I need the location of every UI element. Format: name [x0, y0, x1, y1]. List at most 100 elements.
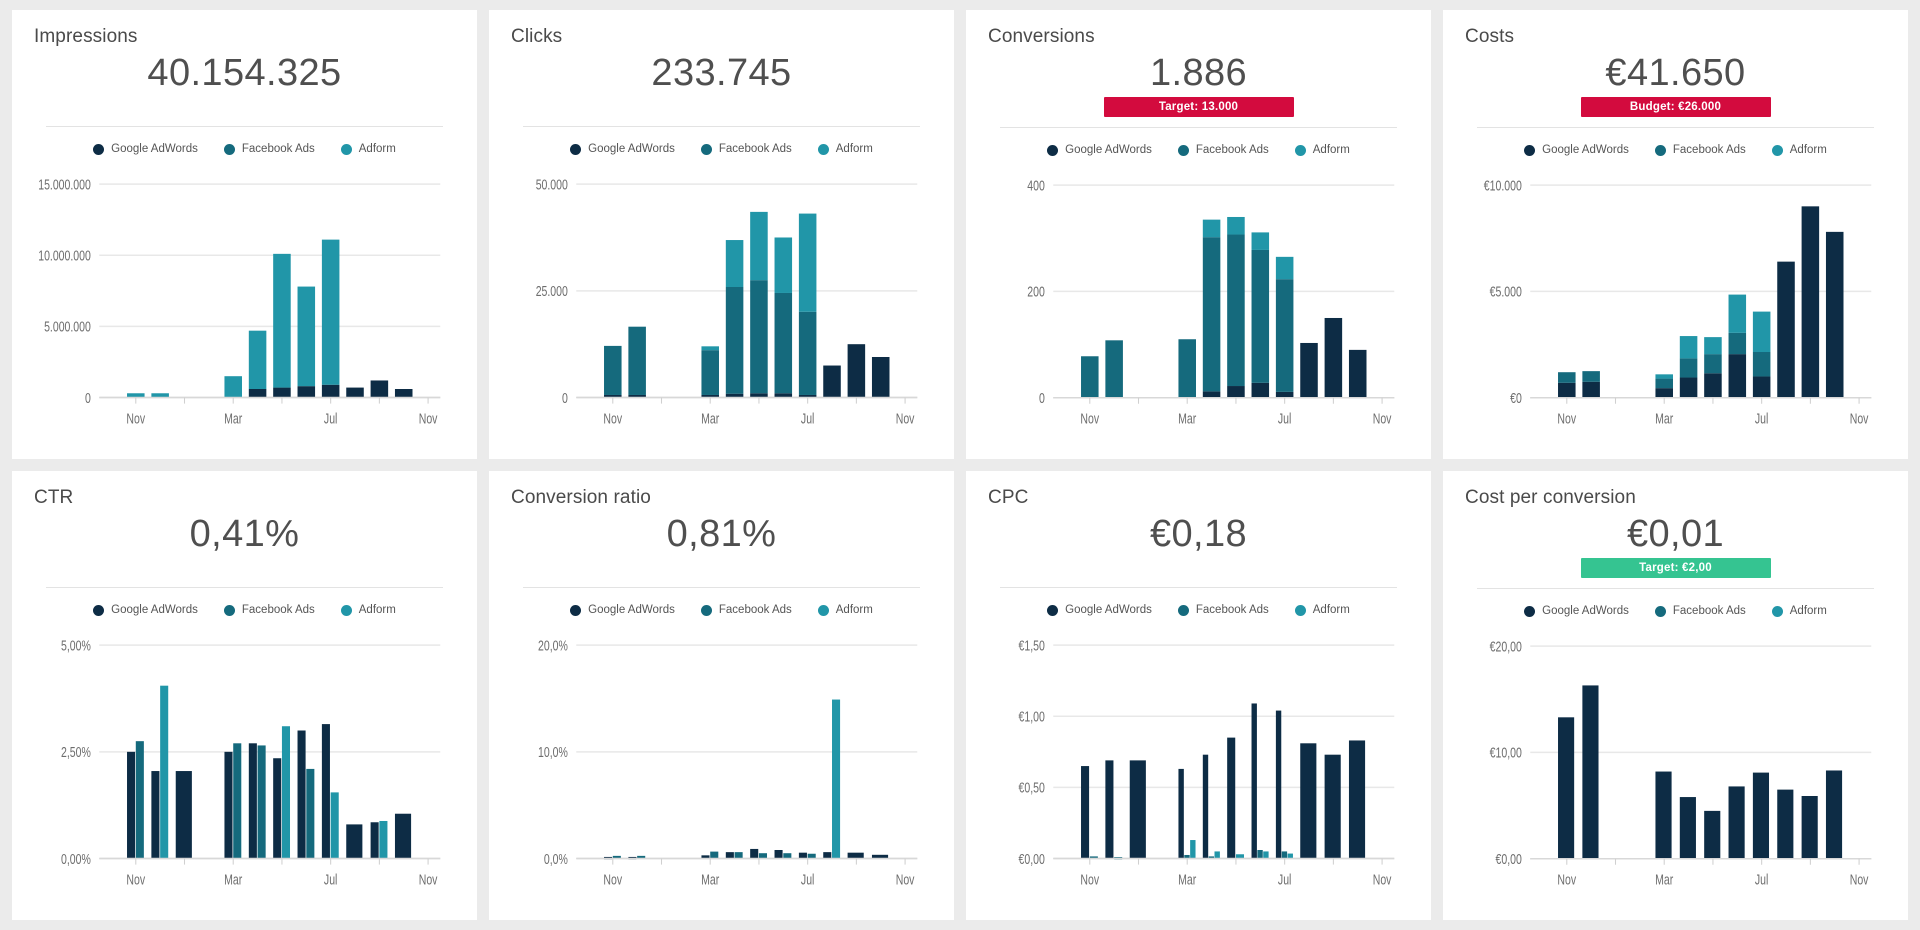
bar[interactable] — [1558, 717, 1575, 859]
legend-item-facebook-ads[interactable]: Facebook Ads — [1177, 144, 1269, 156]
bar-segment[interactable] — [1825, 231, 1844, 398]
bar[interactable] — [798, 852, 807, 859]
bar[interactable] — [1704, 810, 1721, 859]
bar[interactable] — [1679, 797, 1696, 859]
bar[interactable] — [1081, 766, 1090, 859]
bar-segment[interactable] — [1728, 332, 1747, 355]
bar-segment[interactable] — [297, 286, 316, 387]
bar[interactable] — [1777, 789, 1794, 859]
bar-segment[interactable] — [1081, 356, 1099, 398]
bar[interactable] — [1801, 795, 1818, 859]
kpi-card-conversion-ratio[interactable]: Conversion ratio 0,81% Google AdWords Faceb… — [489, 471, 954, 920]
bar-segment[interactable] — [1202, 219, 1221, 238]
bar[interactable] — [1214, 851, 1220, 859]
bar-segment[interactable] — [1105, 340, 1123, 398]
bar[interactable] — [1190, 840, 1196, 859]
bar-segment[interactable] — [1300, 342, 1318, 398]
bar-segment[interactable] — [750, 211, 768, 281]
bar-segment[interactable] — [1251, 249, 1270, 383]
bar[interactable] — [330, 792, 339, 859]
legend-item-google-adwords[interactable]: Google AdWords — [1524, 144, 1629, 156]
legend-item-google-adwords[interactable]: Google AdWords — [93, 604, 198, 616]
legend-item-google-adwords[interactable]: Google AdWords — [1047, 144, 1152, 156]
bar-segment[interactable] — [1728, 354, 1747, 398]
bar-segment[interactable] — [1655, 378, 1673, 389]
legend-item-adform[interactable]: Adform — [1771, 144, 1827, 156]
kpi-card-cpc[interactable]: CPC €0,18 Google AdWords Facebook Ads Adform… — [966, 471, 1431, 920]
bar[interactable] — [1582, 685, 1599, 859]
bar[interactable] — [370, 822, 379, 859]
bar-segment[interactable] — [701, 346, 719, 351]
bar-segment[interactable] — [273, 387, 291, 398]
legend-item-google-adwords[interactable]: Google AdWords — [1524, 605, 1629, 617]
kpi-card-conversions[interactable]: Conversions 1.886 Target: 13.000 Google AdW… — [966, 10, 1431, 459]
bar-segment[interactable] — [394, 389, 413, 398]
bar-segment[interactable] — [1752, 352, 1771, 377]
bar[interactable] — [379, 820, 388, 859]
bar-segment[interactable] — [774, 292, 793, 394]
bar-segment[interactable] — [701, 350, 719, 395]
bar-segment[interactable] — [1251, 382, 1270, 398]
legend-item-facebook-ads[interactable]: Facebook Ads — [223, 604, 315, 616]
bar-segment[interactable] — [1558, 382, 1576, 398]
bar-segment[interactable] — [224, 376, 242, 398]
bar[interactable] — [1275, 710, 1282, 859]
bar[interactable] — [394, 813, 412, 859]
bar[interactable] — [1202, 754, 1209, 859]
legend-item-facebook-ads[interactable]: Facebook Ads — [223, 143, 315, 155]
legend-item-google-adwords[interactable]: Google AdWords — [570, 143, 675, 155]
bar-segment[interactable] — [1558, 372, 1576, 383]
legend-item-facebook-ads[interactable]: Facebook Ads — [1177, 604, 1269, 616]
bar-segment[interactable] — [297, 386, 316, 398]
bar-segment[interactable] — [1679, 377, 1698, 398]
bar[interactable] — [823, 852, 832, 859]
bar-segment[interactable] — [1655, 388, 1673, 398]
legend-item-facebook-ads[interactable]: Facebook Ads — [700, 604, 792, 616]
legend-item-adform[interactable]: Adform — [817, 604, 873, 616]
bar-segment[interactable] — [798, 213, 817, 312]
bar-segment[interactable] — [871, 356, 890, 398]
bar-segment[interactable] — [1679, 358, 1698, 378]
bar[interactable] — [1105, 760, 1114, 859]
legend-item-adform[interactable]: Adform — [1771, 605, 1827, 617]
bar[interactable] — [734, 852, 743, 859]
bar[interactable] — [135, 741, 144, 859]
bar-segment[interactable] — [1324, 317, 1343, 398]
bar-segment[interactable] — [1275, 279, 1294, 392]
bar[interactable] — [1655, 771, 1672, 859]
bar-segment[interactable] — [798, 311, 817, 395]
bar[interactable] — [1178, 768, 1184, 859]
legend-item-google-adwords[interactable]: Google AdWords — [570, 604, 675, 616]
legend-item-facebook-ads[interactable]: Facebook Ads — [700, 143, 792, 155]
bar-segment[interactable] — [1227, 386, 1245, 398]
legend-item-adform[interactable]: Adform — [340, 604, 396, 616]
bar-segment[interactable] — [1704, 337, 1722, 355]
legend-item-facebook-ads[interactable]: Facebook Ads — [1654, 144, 1746, 156]
bar[interactable] — [224, 751, 233, 859]
bar-segment[interactable] — [1752, 311, 1771, 353]
bar[interactable] — [321, 724, 330, 859]
bar[interactable] — [233, 743, 242, 859]
kpi-card-clicks[interactable]: Clicks 233.745 Google AdWords Facebook Ads A… — [489, 10, 954, 459]
bar[interactable] — [750, 848, 759, 859]
bar-segment[interactable] — [248, 330, 267, 390]
bar-segment[interactable] — [1178, 339, 1196, 398]
bar[interactable] — [710, 851, 719, 859]
bar[interactable] — [175, 771, 192, 859]
bar[interactable] — [1263, 851, 1269, 859]
legend-item-facebook-ads[interactable]: Facebook Ads — [1654, 605, 1746, 617]
legend-item-adform[interactable]: Adform — [340, 143, 396, 155]
bar-segment[interactable] — [1275, 256, 1294, 280]
bar-segment[interactable] — [1679, 336, 1698, 359]
bar-segment[interactable] — [1704, 373, 1722, 398]
bar-segment[interactable] — [1655, 374, 1673, 379]
bar[interactable] — [1129, 760, 1146, 859]
bar[interactable] — [248, 743, 257, 859]
bar-segment[interactable] — [1777, 261, 1795, 398]
bar-segment[interactable] — [1227, 234, 1245, 387]
bar[interactable] — [1257, 850, 1263, 859]
bar[interactable] — [725, 852, 734, 859]
bar-segment[interactable] — [370, 380, 389, 398]
bar[interactable] — [847, 852, 864, 859]
bar[interactable] — [273, 758, 282, 859]
